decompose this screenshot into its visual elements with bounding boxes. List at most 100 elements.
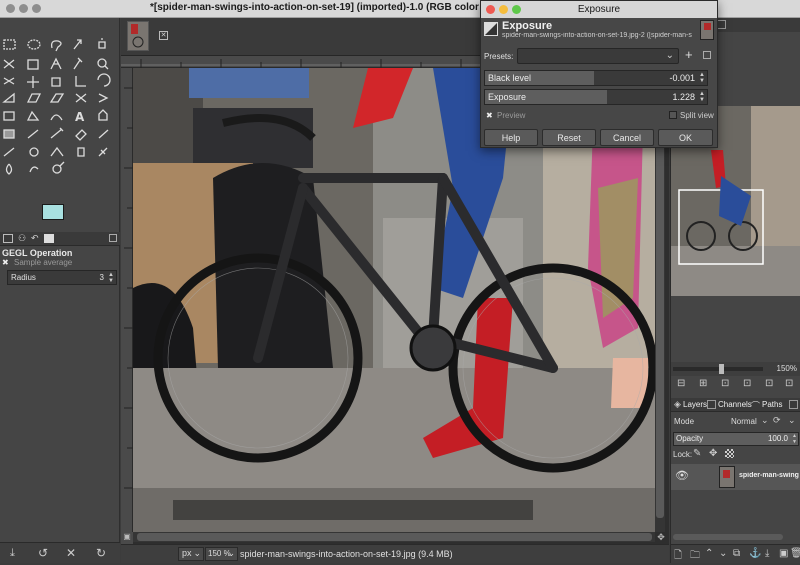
help-button[interactable]: Help: [484, 129, 538, 146]
tab-layers[interactable]: Layers: [683, 400, 707, 409]
restore-tool-preset-icon[interactable]: ↺: [38, 546, 48, 560]
fit-width-icon[interactable]: ⊡: [765, 378, 773, 389]
new-layer-icon[interactable]: 🗋: [674, 548, 682, 565]
presets-combo[interactable]: ⌄: [517, 48, 679, 64]
foreground-select-icon: [27, 59, 39, 70]
lock-row: Lock: ✎ ✥: [671, 448, 800, 462]
radius-slider[interactable]: Radius 3 ▲ ▼: [7, 270, 117, 285]
reset-tool-options-icon[interactable]: ↻: [96, 546, 106, 560]
mode-chevron-icon[interactable]: ⌄: [761, 415, 769, 426]
fit-image-icon[interactable]: ⊡: [743, 378, 751, 389]
anchor-layer-icon[interactable]: ⚓: [749, 548, 761, 559]
dialog-close-button[interactable]: [486, 5, 495, 14]
tab-menu-icon[interactable]: [109, 234, 117, 242]
unit-select[interactable]: px ⌄: [178, 547, 204, 561]
opacity-slider[interactable]: Opacity 100.0 ▲ ▼: [673, 432, 799, 446]
lock-alpha-icon[interactable]: [725, 449, 734, 458]
channels-tab-icon[interactable]: [707, 400, 716, 409]
preview-checkbox[interactable]: ✖: [486, 111, 493, 120]
layers-tab-menu-icon[interactable]: [789, 400, 798, 409]
horizontal-scrollbar-thumb[interactable]: [137, 533, 652, 541]
dialog-zoom-button[interactable]: [512, 5, 521, 14]
layers-tab-icon[interactable]: ◈: [674, 399, 681, 410]
radius-spin-icon[interactable]: ▲ ▼: [108, 272, 114, 284]
tab-paths[interactable]: Paths: [762, 400, 782, 409]
delete-tool-preset-icon[interactable]: ✕: [66, 546, 76, 560]
zoom-out-icon[interactable]: ⊟: [677, 378, 685, 389]
tab-channels[interactable]: Channels: [718, 400, 752, 409]
dock-tab-menu-icon[interactable]: [717, 20, 726, 29]
cancel-button[interactable]: Cancel: [600, 129, 654, 146]
merge-down-icon[interactable]: ⤓: [765, 548, 769, 559]
split-view-label: Split view: [680, 111, 714, 120]
images-tab-icon[interactable]: [44, 234, 54, 243]
black-level-spin-icon[interactable]: ▲ ▼: [699, 72, 705, 84]
unified-transform-icon: [98, 93, 109, 103]
color-picker-icon: [73, 57, 83, 70]
layer-visibility-eye-icon[interactable]: 👁: [675, 469, 689, 482]
dialog-minimize-button[interactable]: [499, 5, 508, 14]
exposure-spin-icon[interactable]: ▲ ▼: [699, 91, 705, 103]
status-bar: px ⌄ 150 % ⌄ spider-man-swings-into-acti…: [121, 544, 669, 563]
close-tab-icon[interactable]: ✕: [159, 31, 168, 40]
close-window-button[interactable]: [6, 4, 15, 13]
layers-tabbar: ◈ Layers Channels ⌒ Paths: [671, 398, 800, 412]
presets-menu-icon[interactable]: [703, 51, 711, 59]
mypaint-brush-icon: [29, 147, 39, 157]
ok-button[interactable]: OK: [658, 129, 713, 146]
reset-button[interactable]: Reset: [542, 129, 596, 146]
layers-scroll-area: [671, 533, 800, 541]
bucket-fill-icon: [98, 109, 108, 121]
add-preset-icon[interactable]: +: [685, 47, 693, 62]
zoom-window-button[interactable]: [32, 4, 41, 13]
shrink-wrap-icon[interactable]: ⊡: [785, 378, 793, 389]
foreground-color-swatch[interactable]: [42, 204, 64, 220]
ellipse-select-icon: [27, 39, 41, 50]
layer-mask-icon[interactable]: ▣: [779, 548, 788, 559]
delete-layer-icon[interactable]: 🗑: [790, 548, 800, 559]
lock-position-icon[interactable]: ✥: [709, 448, 717, 459]
mode-value[interactable]: Normal: [731, 417, 757, 426]
presets-label: Presets:: [484, 52, 514, 61]
lower-layer-icon[interactable]: ⌄: [719, 548, 727, 559]
vertical-ruler[interactable]: [121, 68, 133, 538]
opacity-spin-icon[interactable]: ▲ ▼: [792, 433, 797, 445]
layer-row[interactable]: 👁 spider-man-swings: [671, 464, 800, 490]
navigation-buttons: ⊟ ⊞ ⊡ ⊡ ⊡ ⊡: [671, 378, 800, 392]
gegl-operation-title: GEGL Operation: [2, 248, 73, 258]
navigate-icon[interactable]: ✥: [655, 532, 667, 544]
minimize-window-button[interactable]: [19, 4, 28, 13]
layers-scrollbar-thumb[interactable]: [673, 534, 783, 540]
image-tab-thumbnail[interactable]: [127, 21, 149, 51]
device-status-tab-icon[interactable]: ⚇: [18, 233, 26, 244]
switch-mode-icon[interactable]: ⟳: [773, 415, 781, 426]
black-level-slider[interactable]: Black level -0.001 ▲ ▼: [484, 70, 708, 86]
lock-pixels-icon[interactable]: ✎: [693, 448, 701, 459]
horizontal-scrollbar[interactable]: [133, 532, 655, 542]
zoom-in-icon[interactable]: ⊞: [699, 378, 707, 389]
exposure-slider[interactable]: Exposure 1.228 ▲ ▼: [484, 89, 708, 105]
quick-mask-toggle-icon[interactable]: ▣: [121, 532, 133, 544]
sample-average-checkbox[interactable]: ✖: [2, 259, 10, 267]
layer-name[interactable]: spider-man-swings: [739, 472, 799, 479]
black-level-label: Black level: [488, 73, 532, 83]
raise-layer-icon[interactable]: ⌃: [705, 548, 713, 559]
navigation-zoom-slider[interactable]: [673, 364, 763, 374]
navigation-zoom-handle[interactable]: [719, 364, 724, 374]
undo-history-tab-icon[interactable]: ↶: [31, 233, 39, 244]
split-view-checkbox[interactable]: [669, 111, 677, 119]
new-layer-group-icon[interactable]: 🗀: [690, 548, 700, 565]
paintbrush-icon: [50, 127, 64, 139]
paths-tab-icon[interactable]: ⌒: [751, 399, 760, 412]
duplicate-layer-icon[interactable]: ⧉: [733, 548, 740, 559]
ink-icon: [3, 147, 15, 157]
zoom-select[interactable]: 150 % ⌄: [205, 547, 238, 561]
composite-chevron-icon[interactable]: ⌄: [788, 415, 796, 426]
tool-options-tab-icon[interactable]: [3, 234, 13, 243]
lock-label: Lock:: [673, 450, 693, 459]
dialog-subtitle: spider-man-swings-into-action-on-set-19.…: [502, 32, 692, 39]
zoom-1-1-icon[interactable]: ⊡: [721, 378, 729, 389]
gradient-icon: [3, 129, 15, 139]
save-tool-preset-icon[interactable]: ⤓: [10, 547, 15, 560]
radius-label: Radius: [11, 273, 36, 282]
